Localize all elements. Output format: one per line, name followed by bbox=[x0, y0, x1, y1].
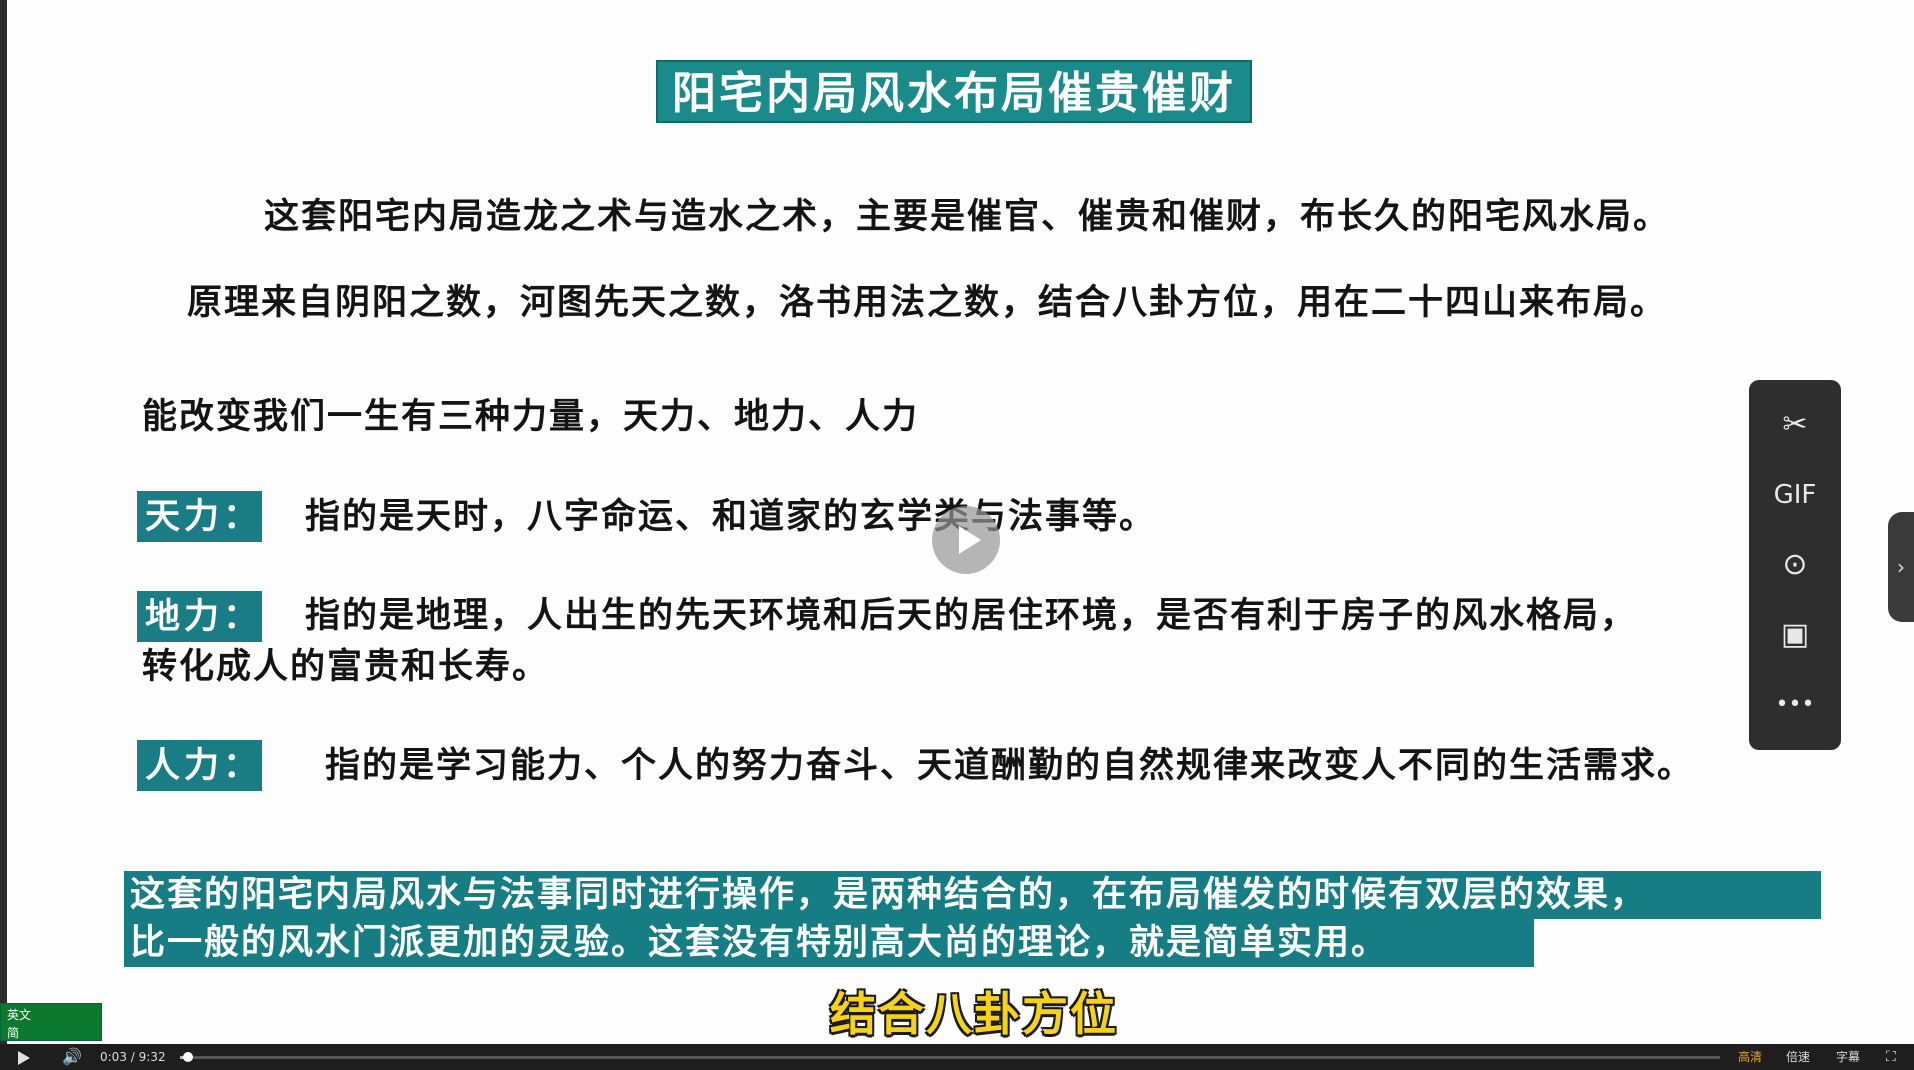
time-display: 0:03 / 9:32 bbox=[100, 1044, 166, 1070]
current-time: 0:03 bbox=[100, 1050, 127, 1064]
play-circle-icon[interactable]: ⊙ bbox=[1749, 535, 1841, 595]
subtitle-caption: 结合八卦方位 bbox=[830, 987, 1118, 1041]
progress-bar[interactable] bbox=[180, 1052, 1720, 1062]
quality-button[interactable]: 高清 bbox=[1738, 1044, 1762, 1070]
slide-paragraph-3: 能改变我们一生有三种力量，天力、地力、人力 bbox=[142, 396, 920, 437]
more-icon[interactable]: ••• bbox=[1749, 675, 1841, 735]
fullscreen-icon[interactable]: ⛶ bbox=[1886, 1044, 1896, 1070]
side-expand-tab[interactable]: › bbox=[1888, 512, 1914, 622]
dili-text-continued: 转化成人的富贵和长寿。 bbox=[142, 646, 550, 687]
scissors-icon[interactable]: ✂ bbox=[1749, 395, 1841, 455]
center-play-button[interactable] bbox=[932, 506, 1000, 574]
subtitle-button[interactable]: 字幕 bbox=[1836, 1044, 1860, 1070]
dili-text: 指的是地理，人出生的先天环境和后天的居住环境，是否有利于房子的风水格局， bbox=[305, 595, 1638, 636]
speed-button[interactable]: 倍速 bbox=[1786, 1044, 1810, 1070]
slide-paragraph-2: 原理来自阴阳之数，河图先天之数，洛书用法之数，结合八卦方位，用在二十四山来布局。 bbox=[187, 282, 1668, 323]
left-edge bbox=[0, 0, 7, 1044]
duration: 9:32 bbox=[138, 1050, 166, 1064]
progress-knob[interactable] bbox=[182, 1052, 193, 1062]
tag-tianli: 天力： bbox=[137, 491, 262, 542]
ime-mode: 简 bbox=[7, 1026, 20, 1040]
highlight-block: 这套的阳宅内局风水与法事同时进行操作，是两种结合的，在布局催发的时候有双层的效果… bbox=[124, 871, 1821, 967]
time-separator: / bbox=[130, 1050, 135, 1064]
tianli-text: 指的是天时，八字命运、和道家的玄学类与法事等。 bbox=[305, 496, 1157, 537]
video-frame[interactable]: 阳宅内局风水布局催贵催财 这套阳宅内局造龙之术与造水之术，主要是催官、催贵和催财… bbox=[7, 0, 1914, 1044]
player-controls: 🔊 0:03 / 9:32 高清 倍速 字幕 ⛶ bbox=[0, 1044, 1914, 1070]
highlight-line-1: 这套的阳宅内局风水与法事同时进行操作，是两种结合的，在布局催发的时候有双层的效果… bbox=[124, 871, 1821, 919]
slide-title: 阳宅内局风水布局催贵催财 bbox=[656, 60, 1252, 123]
side-toolbar: ✂ GIF ⊙ ▣ ••• bbox=[1749, 380, 1841, 750]
ime-indicator[interactable]: 英文 简 bbox=[0, 1003, 102, 1041]
tag-renli: 人力： bbox=[137, 740, 262, 791]
highlight-line-2: 比一般的风水门派更加的灵验。这套没有特别高大尚的理论，就是简单实用。 bbox=[124, 919, 1534, 967]
renli-text: 指的是学习能力、个人的努力奋斗、天道酬勤的自然规律来改变人不同的生活需求。 bbox=[325, 745, 1695, 786]
slide-paragraph-1: 这套阳宅内局造龙之术与造水之术，主要是催官、催贵和催财，布长久的阳宅风水局。 bbox=[264, 196, 1671, 237]
chevron-right-icon: › bbox=[1897, 555, 1905, 579]
play-icon[interactable] bbox=[18, 1051, 30, 1065]
gif-icon[interactable]: GIF bbox=[1749, 465, 1841, 525]
ime-language: 英文 bbox=[7, 1008, 32, 1022]
tag-dili: 地力： bbox=[137, 591, 262, 642]
image-icon[interactable]: ▣ bbox=[1749, 605, 1841, 665]
volume-icon[interactable]: 🔊 bbox=[62, 1044, 82, 1070]
